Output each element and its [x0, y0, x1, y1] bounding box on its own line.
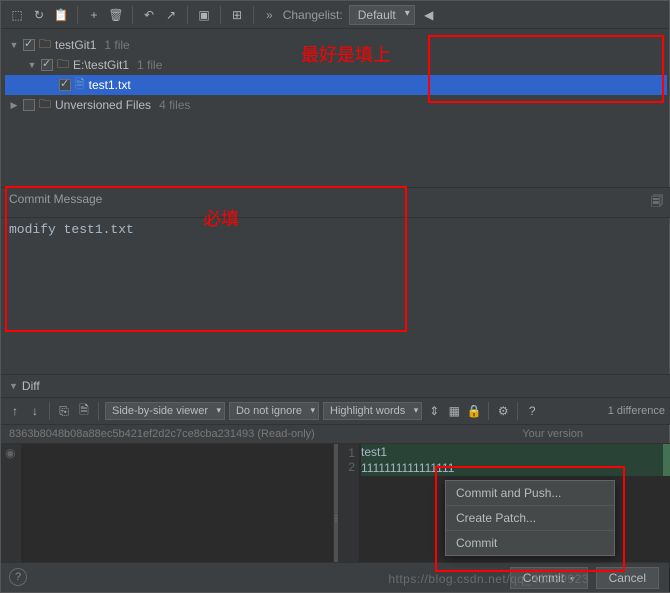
- commit-and-push-item[interactable]: Commit and Push...: [446, 481, 614, 506]
- next-diff-icon[interactable]: ↓: [27, 403, 43, 419]
- changes-tree[interactable]: ▼ 🗀 testGit1 1 file ▼ 🗀 E:\testGit1 1 fi…: [1, 29, 670, 187]
- commit-message-input[interactable]: [9, 222, 663, 370]
- group-icon[interactable]: ▣: [196, 7, 212, 23]
- tree-expand-icon[interactable]: ▼: [27, 60, 37, 70]
- refresh-icon[interactable]: ↻: [31, 7, 47, 23]
- diff-right-status: Your version: [522, 428, 663, 440]
- watermark-text: https://blog.csdn.net/qq_41039923: [388, 572, 589, 586]
- cancel-button[interactable]: Cancel: [596, 567, 659, 589]
- highlight-mode-select[interactable]: Highlight words: [323, 402, 422, 420]
- file-icon: 🗎: [75, 75, 85, 96]
- paste-icon[interactable]: 📋: [53, 7, 69, 23]
- diff-left-status: 8363b8048b08a88ec5b421ef2d2c7ce8cba23149…: [9, 428, 315, 440]
- changelist-select[interactable]: Default: [349, 5, 415, 25]
- expand-icon[interactable]: ⊞: [229, 7, 245, 23]
- diff-count-label: 1 difference: [608, 405, 665, 417]
- folder-icon: 🗀: [39, 35, 51, 56]
- tree-checkbox[interactable]: [41, 59, 53, 71]
- folder-icon: 🗀: [57, 55, 69, 76]
- prev-icon[interactable]: ◀: [421, 7, 437, 23]
- commit-message-label: Commit Message: [9, 192, 102, 213]
- ignore-mode-select[interactable]: Do not ignore: [229, 402, 319, 420]
- tree-root-label: testGit1: [55, 38, 96, 52]
- tree-checkbox[interactable]: [23, 99, 35, 111]
- commit-dropdown-menu: Commit and Push... Create Patch... Commi…: [445, 480, 615, 556]
- help-icon[interactable]: ?: [9, 568, 27, 586]
- commit-item[interactable]: Commit: [446, 531, 614, 555]
- tree-checkbox[interactable]: [23, 39, 35, 51]
- tree-expand-icon[interactable]: ▼: [9, 40, 19, 50]
- help-icon[interactable]: ?: [524, 403, 540, 419]
- move-icon[interactable]: ↗: [163, 7, 179, 23]
- copy-icon[interactable]: ⎘: [56, 403, 72, 419]
- diff-collapse-icon[interactable]: ▼: [9, 381, 18, 391]
- collapse-icon[interactable]: ⇕: [426, 403, 442, 419]
- delete-icon[interactable]: 🗑: [108, 7, 124, 23]
- changelist-label: Changelist:: [283, 8, 343, 22]
- history-icon[interactable]: 🗐: [651, 192, 663, 213]
- tree-collapse-icon[interactable]: ▶: [9, 100, 19, 111]
- tree-checkbox[interactable]: [59, 79, 71, 91]
- revert-icon[interactable]: ↶: [141, 7, 157, 23]
- add-icon[interactable]: +: [86, 7, 102, 23]
- viewer-mode-select[interactable]: Side-by-side viewer: [105, 402, 225, 420]
- diff-section-label: Diff: [22, 379, 40, 393]
- gear-icon[interactable]: ⚙: [495, 403, 511, 419]
- create-patch-item[interactable]: Create Patch...: [446, 506, 614, 531]
- sync-scroll-icon[interactable]: ▦: [446, 403, 462, 419]
- folder-icon: 🗀: [39, 95, 51, 116]
- tree-icon[interactable]: ⬚: [9, 7, 25, 23]
- tree-file-row[interactable]: 🗎 test1.txt: [5, 75, 667, 95]
- find-icon[interactable]: 🗎: [76, 403, 92, 419]
- lock-icon[interactable]: 🔒: [466, 403, 482, 419]
- prev-diff-icon[interactable]: ↑: [7, 403, 23, 419]
